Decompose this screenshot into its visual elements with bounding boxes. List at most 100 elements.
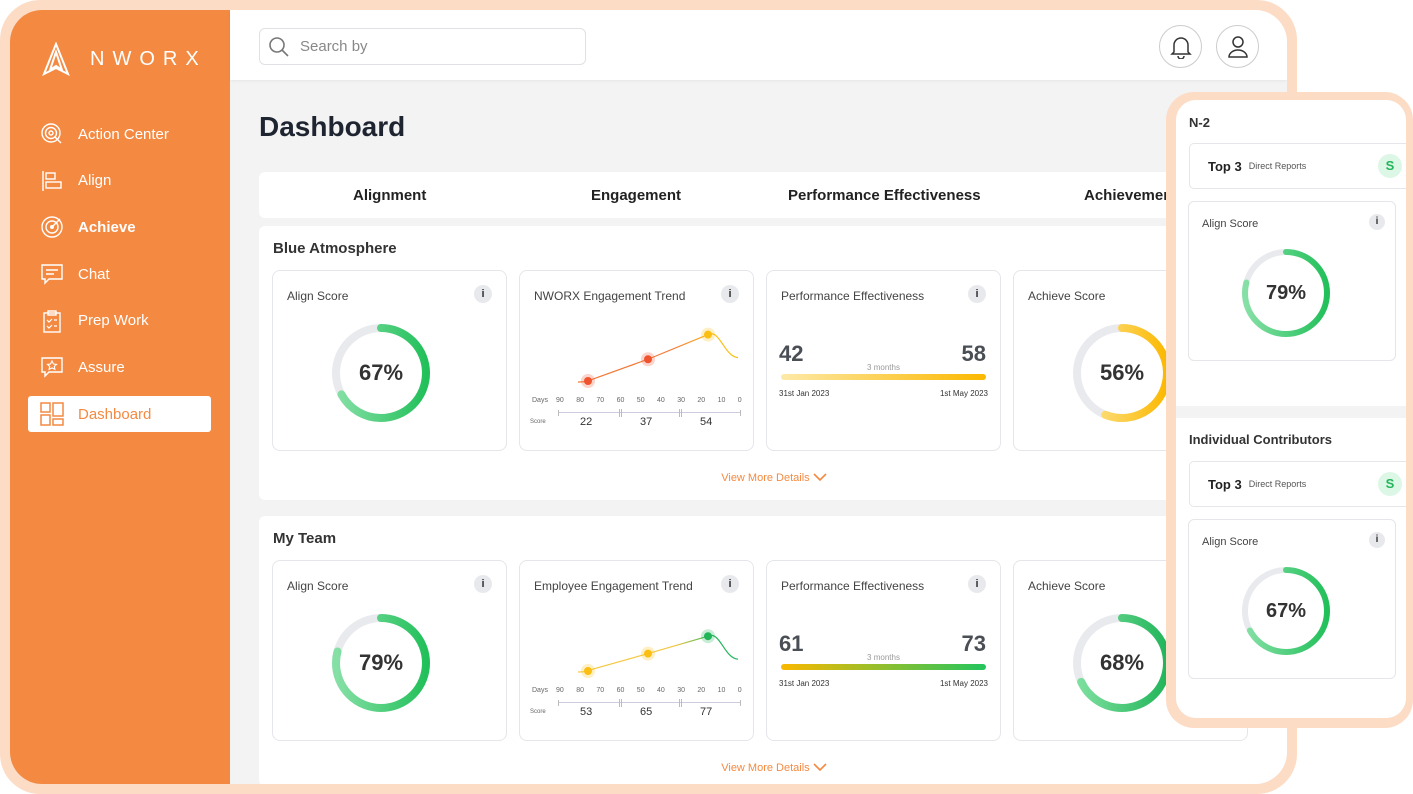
- trend-line: [577, 634, 739, 673]
- gauge-value: 67%: [1265, 599, 1307, 622]
- sidebar-item-prep-work[interactable]: Prep Work: [28, 303, 211, 339]
- progress-bar: [781, 374, 986, 380]
- period-label: 3 months: [867, 653, 900, 662]
- sidebar-item-chat[interactable]: Chat: [28, 256, 211, 292]
- search-box[interactable]: [259, 28, 586, 65]
- search-input[interactable]: [300, 38, 570, 55]
- tab-alignment[interactable]: Alignment: [353, 187, 426, 204]
- score-value: 54: [700, 416, 713, 428]
- start-date: 31st Jan 2023: [779, 389, 830, 398]
- days-tick: 80: [576, 687, 584, 694]
- dashboard-icon: [40, 402, 64, 426]
- clipboard-icon: [43, 310, 61, 333]
- days-tick: 20: [697, 397, 706, 404]
- sidebar-item-label: Chat: [78, 265, 110, 283]
- performance-effectiveness-card: Performance Effectiveness i 61 73 3 mont…: [766, 560, 1001, 741]
- days-tick: 70: [596, 397, 605, 404]
- side-panel: N-2 Top 3 Direct Reports S Align Score i 7…: [1176, 100, 1406, 718]
- days-tick: 10: [717, 687, 726, 694]
- days-tick: 10: [717, 397, 726, 404]
- engagement-trend-card: NWORX Engagement Trend i Days 90 80 70 60 50…: [519, 270, 754, 451]
- tab-performance-effectiveness[interactable]: Performance Effectiveness: [788, 187, 981, 204]
- gauge-value: 79%: [1265, 281, 1307, 304]
- align-score-card: Align Score i 67%: [1188, 519, 1396, 679]
- info-icon[interactable]: i: [474, 575, 492, 593]
- score-value: 77: [700, 706, 713, 718]
- tab-engagement[interactable]: Engagement: [591, 187, 681, 204]
- panel-block-n-2: N-2 Top 3 Direct Reports S Align Score i 7…: [1176, 100, 1406, 406]
- days-tick: 30: [677, 397, 685, 404]
- card-title: NWORX Engagement Trend: [534, 289, 686, 303]
- view-more-details-link[interactable]: View More Details: [259, 762, 1287, 774]
- score-value: 37: [640, 416, 653, 428]
- bullseye-icon: [41, 216, 63, 239]
- info-icon[interactable]: i: [1369, 532, 1385, 548]
- sidebar-item-achieve[interactable]: Achieve: [28, 209, 211, 245]
- score-value: 22: [580, 416, 593, 428]
- days-tick: 40: [657, 397, 665, 404]
- profile-button[interactable]: [1216, 25, 1259, 68]
- card-title: Performance Effectiveness: [781, 289, 925, 303]
- sidebar-item-assure[interactable]: Assure: [28, 349, 211, 385]
- sidebar-item-label: Achieve: [78, 218, 136, 236]
- score-value: 53: [580, 706, 593, 718]
- view-more-label: View More Details: [721, 762, 810, 774]
- trend-point: [704, 330, 712, 339]
- progress-bar: [781, 664, 986, 670]
- days-tick: 40: [657, 687, 665, 694]
- tab-achievement[interactable]: Achievement: [1084, 187, 1177, 204]
- gauge-value: 79%: [358, 650, 404, 675]
- days-label: Days: [532, 687, 548, 694]
- sidebar-item-action-center[interactable]: Action Center: [28, 116, 211, 152]
- performance-effectiveness-card: Performance Effectiveness i 42 58 3 mont…: [766, 270, 1001, 451]
- days-tick: 20: [697, 687, 706, 694]
- top-direct-reports[interactable]: Top 3 Direct Reports S: [1189, 461, 1406, 507]
- info-icon[interactable]: i: [721, 575, 739, 593]
- days-tick: 50: [636, 397, 645, 404]
- days-tick: 60: [616, 687, 625, 694]
- trend-point: [644, 355, 652, 364]
- star-message-icon: [41, 357, 63, 379]
- score-label: Score: [530, 419, 546, 425]
- align-score-card: Align Score i 79%: [272, 560, 507, 741]
- view-more-details-link[interactable]: View More Details: [259, 472, 1287, 484]
- info-icon[interactable]: i: [968, 575, 986, 593]
- trend-point: [704, 632, 712, 641]
- days-tick: 50: [636, 687, 645, 694]
- gauge-value: 68%: [1099, 650, 1145, 675]
- dashboard-tabs: Alignment Engagement Performance Effecti…: [259, 172, 1287, 218]
- trend-point: [584, 377, 592, 385]
- chevron-down-icon: [813, 763, 827, 772]
- notifications-button[interactable]: [1159, 25, 1202, 68]
- sidebar-item-align[interactable]: Align: [28, 163, 211, 199]
- top-label: Top 3: [1208, 158, 1242, 174]
- avatar[interactable]: S: [1378, 472, 1402, 496]
- card-title: Align Score: [1202, 536, 1259, 548]
- target-cursor-icon: [41, 123, 62, 144]
- card-title: Align Score: [287, 289, 349, 303]
- end-date: 1st May 2023: [939, 389, 988, 398]
- trend-chart: [577, 629, 739, 678]
- brand-name: NWORX: [90, 47, 207, 70]
- period-label: 3 months: [867, 363, 900, 372]
- align-score-card: Align Score i 67%: [272, 270, 507, 451]
- info-icon[interactable]: i: [968, 285, 986, 303]
- score-value: 65: [640, 706, 653, 718]
- section-title: My Team: [273, 530, 337, 547]
- days-tick: 0: [737, 687, 742, 694]
- sidebar-item-label: Dashboard: [78, 405, 152, 423]
- sidebar-item-label: Prep Work: [78, 312, 149, 330]
- engagement-trend-card: Employee Engagement Trend i Days 90 80 70 6…: [519, 560, 754, 741]
- avatar[interactable]: S: [1378, 154, 1402, 178]
- align-icon: [42, 170, 62, 191]
- info-icon[interactable]: i: [474, 285, 492, 303]
- info-icon[interactable]: i: [721, 285, 739, 303]
- days-tick: 80: [576, 397, 584, 404]
- sidebar-item-label: Align: [78, 172, 112, 190]
- card-title: Align Score: [1202, 218, 1259, 230]
- info-icon[interactable]: i: [1369, 214, 1385, 230]
- days-tick: 90: [556, 397, 564, 404]
- top-direct-reports[interactable]: Top 3 Direct Reports S: [1189, 143, 1406, 189]
- sidebar-item-dashboard[interactable]: Dashboard: [28, 396, 211, 433]
- search-icon: [269, 36, 289, 57]
